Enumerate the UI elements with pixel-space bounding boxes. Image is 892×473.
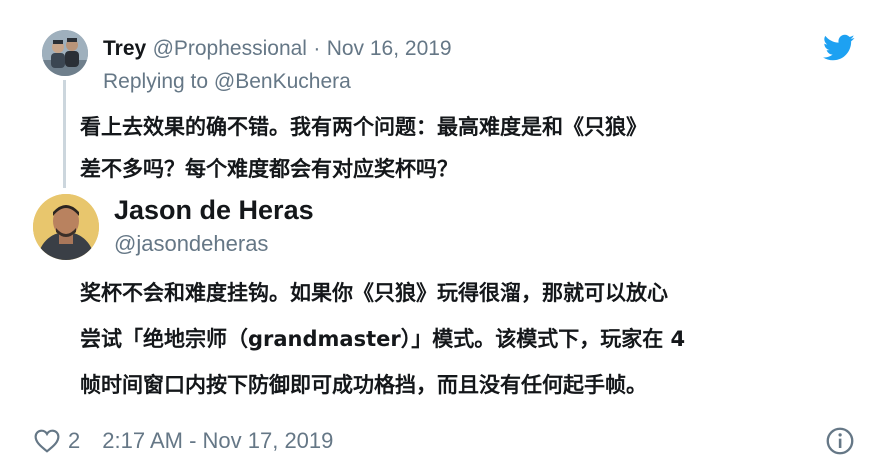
avatar-image bbox=[42, 30, 88, 76]
parent-author-name[interactable]: Trey bbox=[103, 37, 146, 60]
replying-prefix: Replying to bbox=[103, 70, 209, 93]
main-author-avatar[interactable] bbox=[33, 194, 99, 260]
parent-author-handle[interactable]: @Prophessional bbox=[153, 37, 307, 60]
tweet-timestamp[interactable]: 2:17 AM - Nov 17, 2019 bbox=[102, 428, 333, 454]
main-author-name[interactable]: Jason de Heras bbox=[114, 195, 314, 226]
main-tweet-text: 奖杯不会和难度挂钩。如果你《只狼》玩得很溜，那就可以放心 尝试「绝地宗师（gra… bbox=[80, 270, 870, 408]
parent-tweet-header: Trey @Prophessional · Nov 16, 2019 bbox=[103, 35, 452, 62]
heart-icon[interactable] bbox=[34, 429, 60, 453]
like-count[interactable]: 2 bbox=[68, 428, 80, 454]
main-text-line: 奖杯不会和难度挂钩。如果你《只狼》玩得很溜，那就可以放心 bbox=[80, 281, 668, 305]
main-text-line: 帧时间窗口内按下防御即可成功格挡，而且没有任何起手帧。 bbox=[80, 373, 647, 397]
replying-mention-link[interactable]: @BenKuchera bbox=[214, 70, 351, 93]
thread-connector-line bbox=[63, 80, 66, 188]
info-icon[interactable] bbox=[826, 427, 854, 455]
parent-text-line: 看上去效果的确不错。我有两个问题：最高难度是和《只狼》 bbox=[80, 115, 647, 139]
twitter-bird-icon[interactable] bbox=[823, 34, 855, 62]
parent-tweet-text: 看上去效果的确不错。我有两个问题：最高难度是和《只狼》 差不多吗？每个难度都会有… bbox=[80, 106, 840, 190]
replying-to-line: Replying to @BenKuchera bbox=[103, 70, 351, 94]
parent-text-line: 差不多吗？每个难度都会有对应奖杯吗？ bbox=[80, 157, 458, 181]
tweet-footer: 2 2:17 AM - Nov 17, 2019 bbox=[34, 425, 333, 457]
parent-author-avatar[interactable] bbox=[42, 30, 88, 76]
parent-tweet-date[interactable]: Nov 16, 2019 bbox=[327, 37, 452, 60]
main-author-handle[interactable]: @jasondeheras bbox=[114, 231, 268, 257]
main-text-line: 尝试「绝地宗师（grandmaster）」模式。该模式下，玩家在 4 bbox=[80, 327, 686, 351]
avatar-image bbox=[33, 194, 99, 260]
header-separator: · bbox=[313, 37, 321, 60]
